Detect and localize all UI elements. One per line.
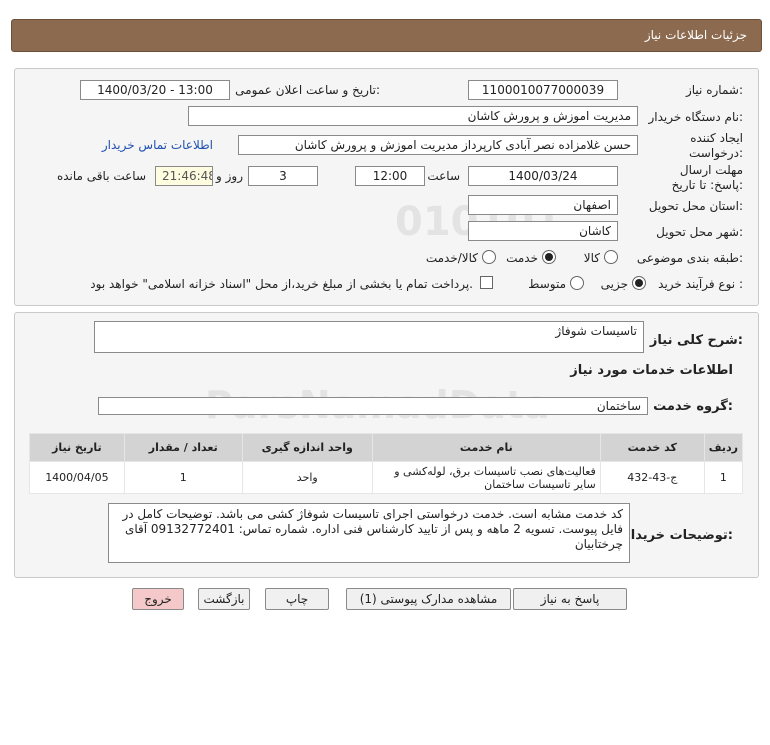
need-details-panel: ParsNamadData شرح کلی نیاز: تاسیسات شوفا… (14, 312, 759, 578)
col-unit: واحد اندازه گیری (241, 433, 373, 462)
process-radio-minor[interactable] (632, 276, 646, 290)
province-label: استان محل تحویل: (648, 199, 743, 213)
exit-button[interactable]: خروج (132, 588, 184, 610)
deadline-date-field: 1400/03/24 (468, 166, 618, 186)
cell-service-code: ج-43-432 (599, 461, 705, 494)
category-radio-both[interactable] (482, 250, 496, 264)
creator-field: حسن غلامزاده نصر آبادی کارپرداز مدیریت ا… (238, 135, 638, 155)
col-quantity: تعداد / مقدار (123, 433, 243, 462)
services-heading: اطلاعات خدمات مورد نیاز (570, 363, 733, 378)
category-label: طبقه بندی موضوعی: (636, 251, 743, 265)
city-label: شهر محل تحویل: (656, 225, 743, 239)
cell-unit: واحد (241, 461, 373, 494)
days-field: 3 (248, 166, 318, 186)
service-group-field: ساختمان (98, 397, 648, 415)
buyer-org-label: نام دستگاه خریدار: (648, 110, 744, 124)
process-label: نوع فرآیند خرید : (658, 277, 743, 291)
cell-need-date: 1400/04/05 (29, 461, 125, 494)
services-table: ردیف کد خدمت نام خدمت واحد اندازه گیری ت… (29, 433, 744, 494)
creator-label: ایجاد کننده درخواست: (689, 131, 743, 160)
cell-quantity: 1 (123, 461, 243, 494)
col-row: ردیف (703, 433, 744, 462)
summary-field: تاسیسات شوفاژ (94, 321, 644, 353)
process-radio-medium[interactable] (570, 276, 584, 290)
city-field: کاشان (468, 221, 618, 241)
days-label: روز و (216, 169, 243, 183)
back-button[interactable]: بازگشت (198, 588, 250, 610)
buyer-notes-field: کد خدمت مشابه است. خدمت درخواستی اجرای ت… (108, 503, 630, 563)
contact-info-link[interactable]: اطلاعات تماس خریدار (102, 138, 213, 152)
remaining-timer: 21:46:48 (155, 166, 213, 186)
col-service-code: کد خدمت (599, 433, 705, 462)
need-number-label: شماره نیاز: (685, 83, 743, 97)
need-info-panel: 010101 شماره نیاز: 1100010077000039 تاری… (14, 68, 759, 306)
table-header-row: ردیف کد خدمت نام خدمت واحد اندازه گیری ت… (29, 433, 744, 462)
category-radio-service[interactable] (542, 250, 556, 264)
cell-service-name: فعالیت‌های نصب تاسیسات برق، لوله‌کشی و س… (371, 461, 601, 494)
treasury-payment-checkbox[interactable] (480, 276, 493, 289)
deadline-label: مهلت ارسال پاسخ: تا تاریخ: (671, 163, 743, 192)
treasury-payment-note: پرداخت تمام یا بخشی از مبلغ خرید،از محل … (90, 277, 473, 291)
time-label: ساعت (427, 169, 460, 183)
deadline-time-field: 12:00 (355, 166, 425, 186)
remaining-label: ساعت باقی مانده (56, 169, 146, 183)
service-group-label: گروه خدمت: (653, 399, 733, 414)
need-number-field: 1100010077000039 (468, 80, 618, 100)
page-header: جزئیات اطلاعات نیاز (11, 19, 762, 52)
category-option-goods: کالا (583, 251, 600, 265)
category-option-both: کالا/خدمت (425, 251, 478, 265)
page-title: جزئیات اطلاعات نیاز (644, 28, 747, 42)
category-radio-goods[interactable] (604, 250, 618, 264)
buyer-org-field: مدیریت اموزش و پرورش کاشان (188, 106, 638, 126)
category-option-service: خدمت (506, 251, 538, 265)
table-row: 1 ج-43-432 فعالیت‌های نصب تاسیسات برق، ل… (29, 461, 744, 494)
announce-label: تاریخ و ساعت اعلان عمومی: (235, 83, 380, 97)
cell-row: 1 (703, 461, 744, 494)
process-option-minor: جزیی (600, 277, 628, 291)
province-field: اصفهان (468, 195, 618, 215)
summary-label: شرح کلی نیاز: (649, 333, 743, 348)
process-option-medium: متوسط (528, 277, 566, 291)
buyer-notes-label: توضیحات خریدار: (623, 528, 733, 543)
announce-field: 1400/03/20 - 13:00 (80, 80, 230, 100)
attachments-button[interactable]: مشاهده مدارک پیوستی (1) (346, 588, 511, 610)
col-need-date: تاریخ نیاز (29, 433, 125, 462)
reply-button[interactable]: پاسخ به نیاز (513, 588, 627, 610)
print-button[interactable]: چاپ (265, 588, 329, 610)
col-service-name: نام خدمت (371, 433, 601, 462)
